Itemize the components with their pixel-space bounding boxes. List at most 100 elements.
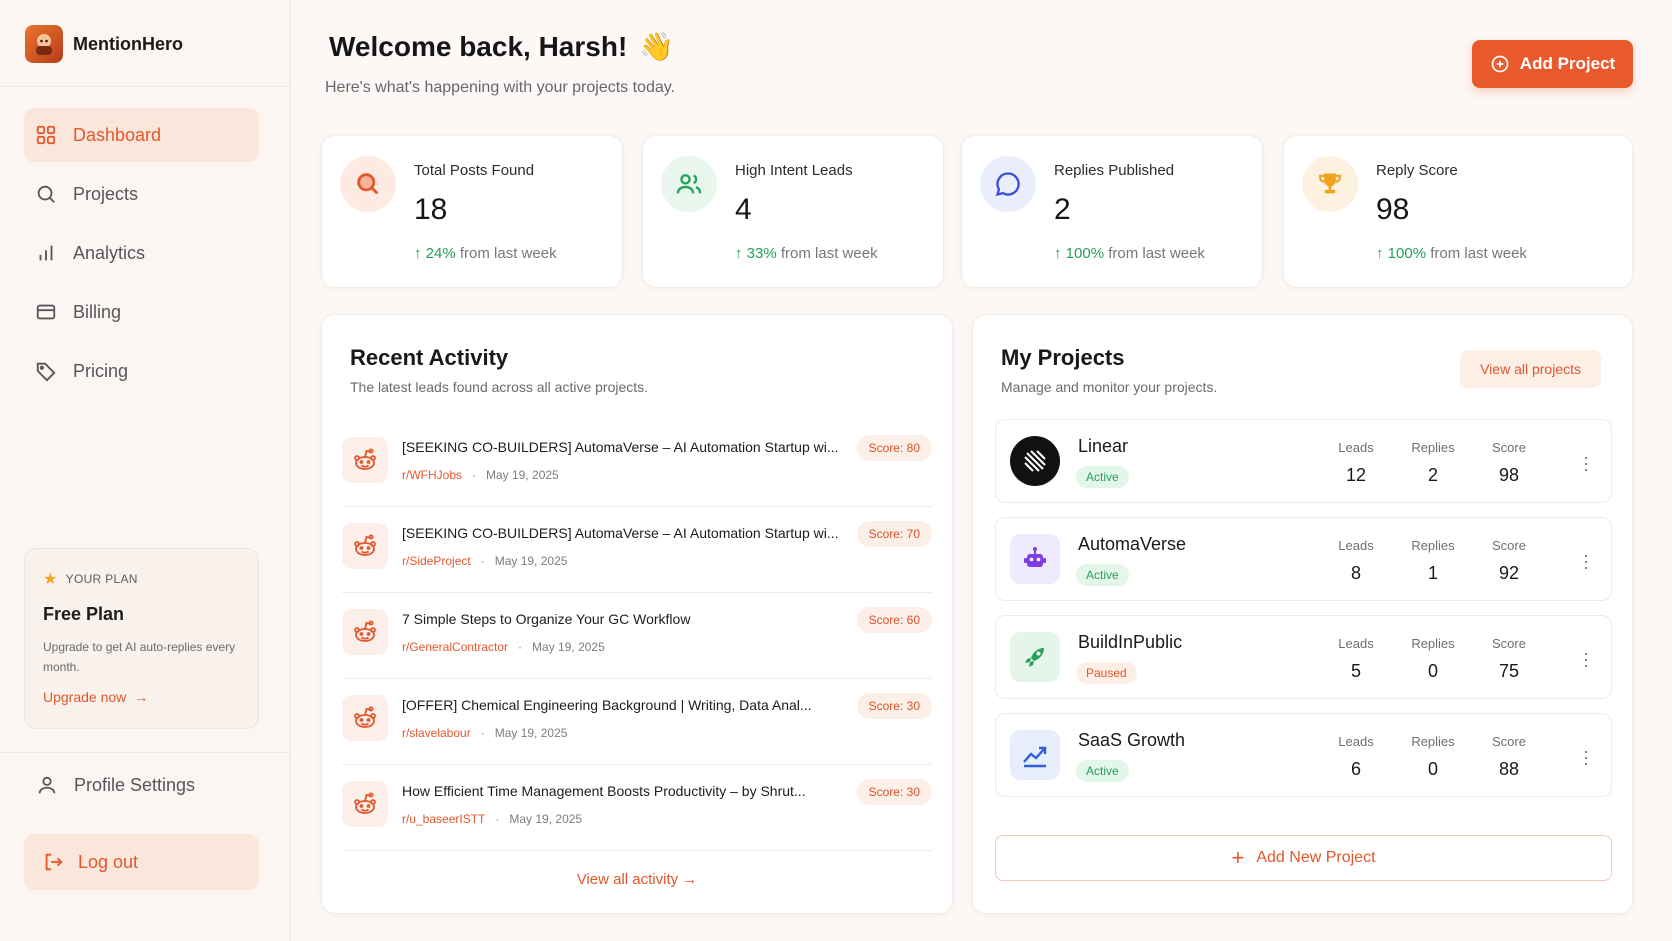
plan-name: Free Plan <box>43 604 125 624</box>
upgrade-link[interactable]: Upgrade now → <box>43 689 240 705</box>
subreddit-link[interactable]: r/GeneralContractor <box>402 640 508 654</box>
leads-column: Leads 12 <box>1326 440 1386 486</box>
logout-icon <box>45 853 63 871</box>
score-value: 92 <box>1498 563 1520 583</box>
stat-change: ↑ 100% from last week <box>1376 245 1527 262</box>
project-card-automaverse[interactable]: AutomaVerse Active Leads 8 Replies 1 Score… <box>995 517 1612 601</box>
search-icon <box>340 156 396 212</box>
project-card-buildinpublic[interactable]: BuildInPublic Paused Leads 5 Replies 0 Sco… <box>995 615 1612 699</box>
add-project-button[interactable]: Add Project <box>1472 40 1633 88</box>
view-all-projects-button[interactable]: View all projects <box>1460 350 1601 388</box>
activity-title[interactable]: [SEEKING CO-BUILDERS] AutomaVerse – AI A… <box>402 439 842 455</box>
more-options-icon[interactable]: · · · <box>1583 546 1589 576</box>
reddit-icon <box>342 609 388 655</box>
list-item[interactable]: 7 Simple Steps to Organize Your GC Workf… <box>342 593 932 679</box>
arrow-up-icon: ↑ <box>735 245 747 262</box>
replies-label: Replies <box>1411 734 1455 749</box>
panel-title: My Projects <box>1001 345 1125 370</box>
activity-date: May 19, 2025 <box>532 640 605 654</box>
sidebar-item-label: Pricing <box>73 360 129 381</box>
arrow-right-icon: → <box>682 871 698 888</box>
activity-title[interactable]: 7 Simple Steps to Organize Your GC Workf… <box>402 611 842 627</box>
plan-card: ★ YOUR PLAN Free Plan Upgrade to get AI … <box>24 548 259 729</box>
replies-column: Replies 0 <box>1403 636 1463 682</box>
stat-value: 2 <box>1054 193 1071 226</box>
upgrade-label: Upgrade now <box>43 689 127 705</box>
robot-icon <box>1010 534 1060 584</box>
my-projects-panel: My Projects Manage and monitor your proj… <box>972 314 1633 914</box>
logout-button[interactable]: Log out <box>24 834 259 890</box>
list-item[interactable]: [SEEKING CO-BUILDERS] AutomaVerse – AI A… <box>342 421 932 507</box>
separator-dot: · <box>472 468 476 482</box>
view-all-activity-link[interactable]: View all activity → <box>322 871 952 888</box>
sidebar-item-label: Billing <box>73 301 122 322</box>
subreddit-link[interactable]: r/u_baseerISTT <box>402 812 485 826</box>
project-card-saas-growth[interactable]: SaaS Growth Active Leads 6 Replies 0 Score… <box>995 713 1612 797</box>
replies-value: 1 <box>1427 563 1438 583</box>
list-item[interactable]: How Efficient Time Management Boosts Pro… <box>342 765 932 851</box>
stat-change-suffix: from last week <box>780 245 878 262</box>
add-new-project-button[interactable]: + Add New Project <box>995 835 1612 881</box>
activity-title[interactable]: How Efficient Time Management Boosts Pro… <box>402 783 842 799</box>
stat-change-pct: 24% <box>425 245 456 262</box>
activity-date: May 19, 2025 <box>509 812 583 826</box>
reddit-icon <box>342 781 388 827</box>
subreddit-link[interactable]: r/SideProject <box>402 554 471 568</box>
leads-value: 6 <box>1350 759 1361 779</box>
stat-title: Replies Published <box>1054 162 1175 179</box>
view-all-activity-label: View all activity <box>576 871 679 888</box>
project-name: Linear <box>1078 436 1129 456</box>
sidebar-item-billing[interactable]: Billing <box>24 285 259 339</box>
stat-change-pct: 33% <box>746 245 777 262</box>
activity-date: May 19, 2025 <box>494 554 568 568</box>
list-item[interactable]: [OFFER] Chemical Engineering Background … <box>342 679 932 765</box>
replies-column: Replies 0 <box>1403 734 1463 780</box>
leads-label: Leads <box>1338 440 1374 455</box>
sidebar-item-analytics[interactable]: Analytics <box>24 226 259 280</box>
replies-value: 0 <box>1427 759 1438 779</box>
add-project-label: Add Project <box>1519 54 1616 73</box>
separator-dot: · <box>518 640 523 654</box>
stat-title: Reply Score <box>1376 162 1458 179</box>
leads-value: 5 <box>1350 661 1361 681</box>
activity-date: May 19, 2025 <box>486 468 559 482</box>
stat-change: ↑ 100% from last week <box>1054 245 1205 262</box>
stat-change-pct: 100% <box>1387 245 1427 262</box>
user-icon <box>38 776 56 794</box>
score-value: 75 <box>1498 661 1520 681</box>
sidebar-item-profile-settings[interactable]: Profile Settings <box>24 760 259 810</box>
sidebar-item-dashboard[interactable]: Dashboard <box>24 108 259 162</box>
stat-card-replies-published: Replies Published 2 ↑ 100% from last wee… <box>961 135 1263 288</box>
score-value: 88 <box>1498 759 1520 779</box>
more-options-icon[interactable]: · · · <box>1583 448 1589 478</box>
separator-dot: · <box>495 812 500 826</box>
list-item[interactable]: [SEEKING CO-BUILDERS] AutomaVerse – AI A… <box>342 507 932 593</box>
brand[interactable]: MentionHero <box>25 25 183 63</box>
users-icon <box>661 156 717 212</box>
divider <box>0 86 291 87</box>
bar-chart-icon <box>39 245 53 261</box>
sidebar-item-pricing[interactable]: Pricing <box>24 344 259 398</box>
more-options-icon[interactable]: · · · <box>1583 742 1589 772</box>
subreddit-link[interactable]: r/slavelabour <box>402 726 471 740</box>
more-options-icon[interactable]: · · · <box>1583 644 1589 674</box>
project-name: SaaS Growth <box>1078 730 1186 750</box>
score-badge: Score: 80 <box>856 435 932 461</box>
activity-meta: r/u_baseerISTT · May 19, 2025 <box>402 812 582 826</box>
activity-title[interactable]: [SEEKING CO-BUILDERS] AutomaVerse – AI A… <box>402 525 842 541</box>
arrow-up-icon: ↑ <box>414 245 426 262</box>
leads-label: Leads <box>1338 636 1374 651</box>
activity-title[interactable]: [OFFER] Chemical Engineering Background … <box>402 697 842 713</box>
sidebar-item-projects[interactable]: Projects <box>24 167 259 221</box>
search-icon <box>37 185 55 203</box>
leads-column: Leads 6 <box>1326 734 1386 780</box>
status-badge: Active <box>1076 466 1129 488</box>
logout-label: Log out <box>78 851 139 872</box>
subreddit-link[interactable]: r/WFHJobs <box>402 468 462 482</box>
sidebar: MentionHero Dashboard Projects Analytics… <box>0 0 291 941</box>
activity-meta: r/SideProject · May 19, 2025 <box>402 554 567 568</box>
score-label: Score <box>1492 440 1526 455</box>
project-card-linear[interactable]: Linear Active Leads 12 Replies 2 Score 98 ·… <box>995 419 1612 503</box>
score-label: Score <box>1492 734 1526 749</box>
welcome-text: Welcome back, Harsh! <box>329 30 628 62</box>
